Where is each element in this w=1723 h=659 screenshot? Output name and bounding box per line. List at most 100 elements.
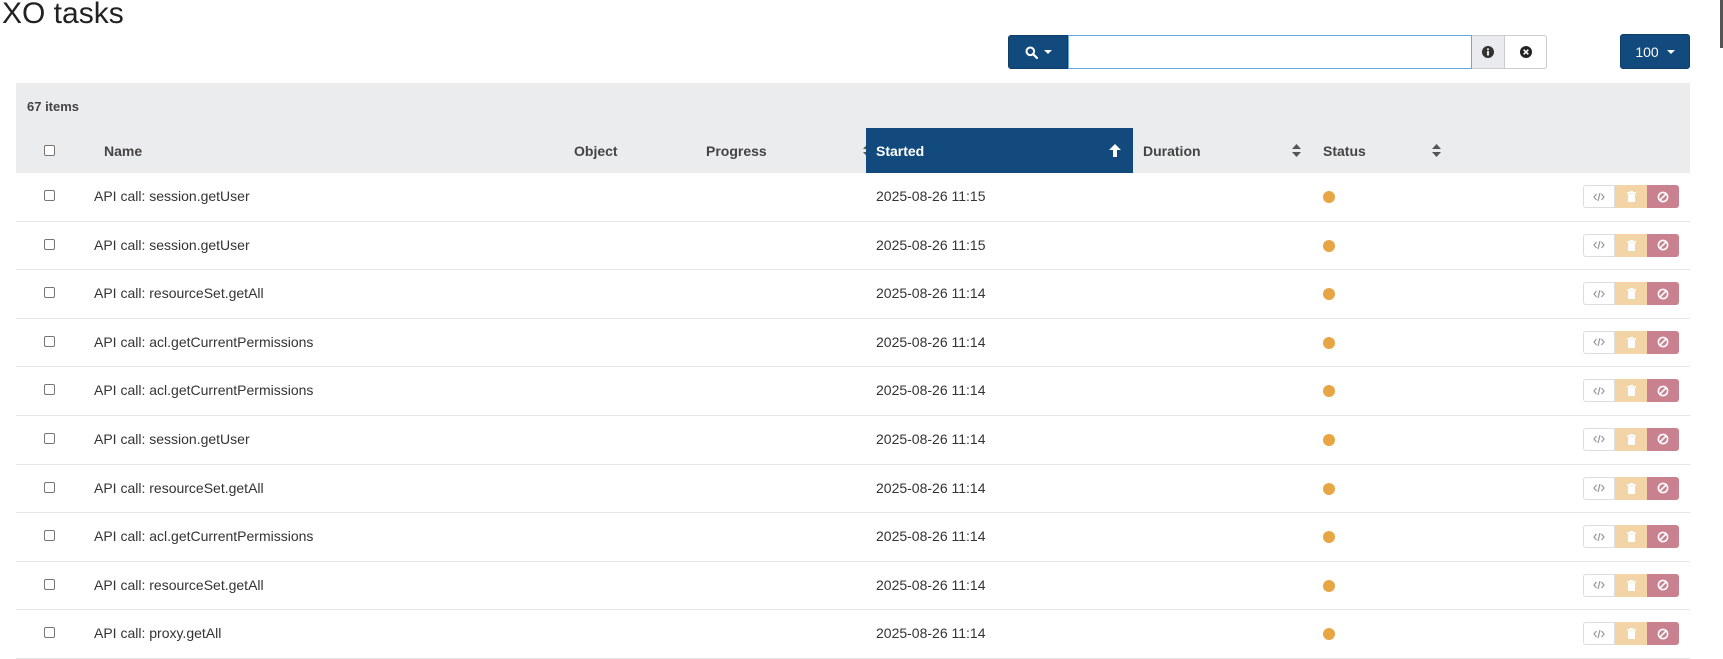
page-size-dropdown[interactable]: 100 (1620, 34, 1690, 69)
view-json-button[interactable] (1583, 185, 1615, 208)
ban-icon (1657, 434, 1669, 445)
row-actions (1583, 330, 1679, 354)
table-row[interactable]: API call: resourceSet.getAll 2025-08-26 … (16, 465, 1690, 514)
cancel-task-button[interactable] (1647, 185, 1679, 208)
trash-icon (1626, 239, 1636, 251)
row-checkbox[interactable] (44, 238, 55, 250)
view-json-button[interactable] (1583, 330, 1615, 354)
row-checkbox[interactable] (44, 335, 55, 347)
row-checkbox[interactable] (44, 530, 55, 542)
delete-task-button[interactable] (1615, 622, 1647, 646)
code-icon (1593, 192, 1605, 201)
delete-task-button[interactable] (1615, 330, 1647, 354)
trash-icon (1626, 579, 1636, 591)
cancel-task-button[interactable] (1647, 427, 1679, 451)
task-started: 2025-08-26 11:14 (876, 333, 986, 350)
table-row[interactable]: API call: acl.getCurrentPermissions 2025… (16, 319, 1690, 368)
cancel-task-button[interactable] (1647, 379, 1679, 403)
ban-icon (1657, 336, 1669, 348)
column-header-name[interactable]: Name (94, 128, 554, 173)
cancel-task-button[interactable] (1647, 330, 1679, 354)
view-json-button[interactable] (1583, 476, 1615, 500)
row-checkbox[interactable] (44, 287, 55, 299)
table-row[interactable]: API call: proxy.getAll 2025-08-26 11:14 (16, 610, 1690, 659)
task-name: API call: resourceSet.getAll (94, 285, 264, 302)
search-input[interactable] (1068, 35, 1472, 69)
table-row[interactable]: API call: session.getUser 2025-08-26 11:… (16, 173, 1690, 222)
trash-icon (1626, 336, 1636, 348)
delete-task-button[interactable] (1615, 185, 1647, 208)
row-checkbox[interactable] (44, 432, 55, 444)
select-all-checkbox[interactable] (44, 145, 55, 156)
delete-task-button[interactable] (1615, 379, 1647, 403)
status-indicator (1323, 579, 1335, 592)
cancel-task-button[interactable] (1647, 476, 1679, 500)
table-row[interactable]: API call: resourceSet.getAll 2025-08-26 … (16, 562, 1690, 611)
delete-task-button[interactable] (1615, 427, 1647, 451)
delete-task-button[interactable] (1615, 282, 1647, 306)
delete-task-button[interactable] (1615, 525, 1647, 549)
table-row[interactable]: API call: acl.getCurrentPermissions 2025… (16, 367, 1690, 416)
delete-task-button[interactable] (1615, 233, 1647, 257)
task-started: 2025-08-26 11:14 (876, 576, 986, 593)
page-size-value: 100 (1635, 43, 1659, 60)
row-checkbox[interactable] (44, 481, 55, 493)
cancel-task-button[interactable] (1647, 573, 1679, 597)
task-started: 2025-08-26 11:14 (876, 528, 986, 545)
trash-icon (1626, 531, 1636, 543)
view-json-button[interactable] (1583, 282, 1615, 306)
trash-icon (1626, 433, 1636, 445)
search-info-button[interactable] (1472, 35, 1505, 69)
task-started: 2025-08-26 11:15 (876, 236, 986, 253)
column-header-status[interactable]: Status (1313, 128, 1453, 173)
sort-ascending-icon (1109, 144, 1121, 157)
view-json-button[interactable] (1583, 573, 1615, 597)
column-header-duration[interactable]: Duration (1133, 128, 1313, 173)
column-header-object[interactable]: Object (564, 128, 694, 173)
task-name: API call: session.getUser (94, 430, 250, 447)
row-actions (1583, 476, 1679, 500)
table-row[interactable]: API call: acl.getCurrentPermissions 2025… (16, 513, 1690, 562)
clear-search-button[interactable] (1505, 35, 1547, 69)
delete-task-button[interactable] (1615, 476, 1647, 500)
view-json-button[interactable] (1583, 525, 1615, 549)
column-label-name: Name (104, 142, 143, 159)
task-name: API call: acl.getCurrentPermissions (94, 382, 314, 399)
view-json-button[interactable] (1583, 427, 1615, 451)
code-icon (1593, 629, 1605, 638)
view-json-button[interactable] (1583, 622, 1615, 646)
task-name: API call: acl.getCurrentPermissions (94, 333, 314, 350)
row-checkbox[interactable] (44, 190, 55, 201)
search-filter-button[interactable] (1008, 35, 1068, 69)
row-checkbox[interactable] (44, 578, 55, 590)
code-icon (1593, 386, 1605, 396)
table-row[interactable]: API call: session.getUser 2025-08-26 11:… (16, 222, 1690, 271)
page-title: XO tasks (2, 0, 124, 30)
status-indicator (1323, 239, 1335, 252)
trash-icon (1626, 191, 1636, 202)
status-indicator (1323, 433, 1335, 446)
view-json-button[interactable] (1583, 379, 1615, 403)
row-checkbox[interactable] (44, 627, 55, 639)
chevron-down-icon (1043, 50, 1052, 54)
code-icon (1593, 289, 1605, 298)
column-header-started[interactable]: Started (866, 128, 1133, 173)
table-row[interactable]: API call: resourceSet.getAll 2025-08-26 … (16, 270, 1690, 319)
column-header-progress[interactable]: Progress (696, 128, 884, 173)
cancel-task-button[interactable] (1647, 233, 1679, 257)
ban-icon (1657, 385, 1669, 397)
trash-icon (1626, 385, 1636, 397)
cancel-task-button[interactable] (1647, 525, 1679, 549)
delete-task-button[interactable] (1615, 573, 1647, 597)
info-icon (1482, 46, 1494, 58)
sort-icon (1292, 144, 1301, 157)
code-icon (1593, 483, 1605, 493)
cancel-task-button[interactable] (1647, 282, 1679, 306)
row-actions (1583, 573, 1679, 597)
row-checkbox[interactable] (44, 384, 55, 396)
task-name: API call: proxy.getAll (94, 625, 222, 642)
view-json-button[interactable] (1583, 233, 1615, 257)
cancel-task-button[interactable] (1647, 622, 1679, 646)
column-label-status: Status (1323, 142, 1366, 159)
table-row[interactable]: API call: session.getUser 2025-08-26 11:… (16, 416, 1690, 465)
